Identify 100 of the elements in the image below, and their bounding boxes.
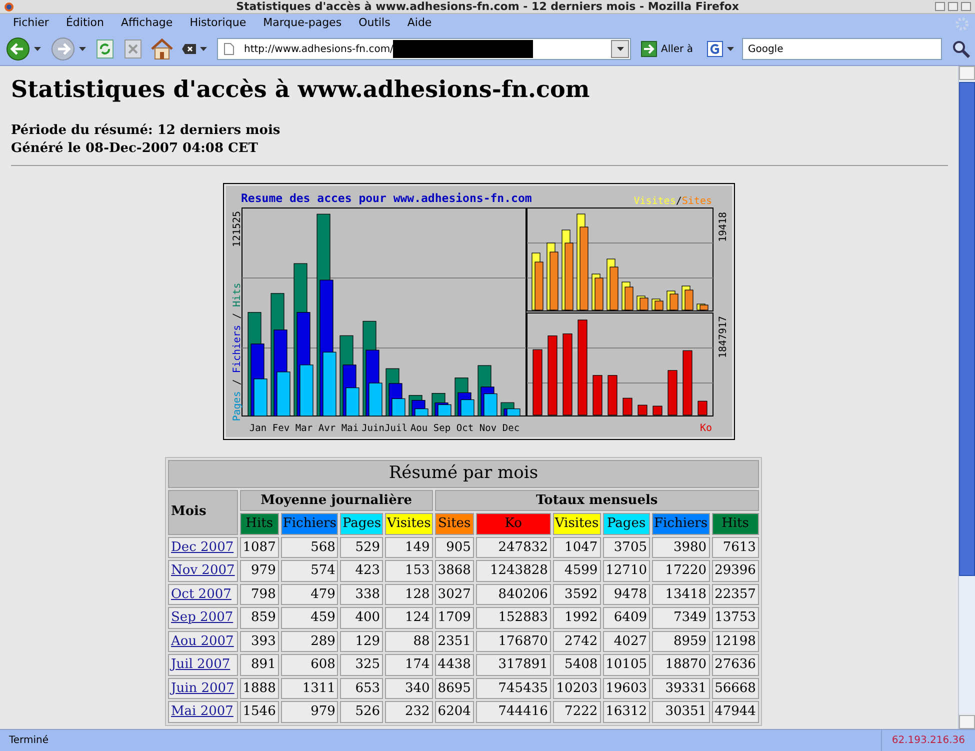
- table-cell: 1047: [552, 536, 601, 558]
- go-button[interactable]: Aller à: [641, 41, 693, 57]
- close-button[interactable]: [961, 2, 971, 11]
- table-cell: 289: [280, 630, 338, 652]
- table-cell: 149: [385, 536, 433, 558]
- month-label: Dec: [502, 423, 520, 434]
- table-cell: 232: [385, 701, 433, 722]
- month-label: Oct: [456, 423, 474, 434]
- table-cell: 1087: [240, 536, 279, 558]
- tab-close-icon[interactable]: [182, 44, 196, 54]
- menu-item[interactable]: Édition: [66, 15, 104, 32]
- bar: [532, 349, 542, 416]
- table-cell: 176870: [476, 630, 551, 652]
- browser-icon: [4, 2, 14, 12]
- table-cell: 4438: [434, 654, 474, 676]
- table-cell: 174: [385, 654, 433, 676]
- caret-icon[interactable]: [34, 47, 41, 51]
- home-icon[interactable]: [150, 38, 174, 60]
- table-cell: 459: [280, 607, 338, 628]
- chart-legend: Visites/Sites: [634, 196, 712, 207]
- search-icon[interactable]: [952, 40, 970, 58]
- table-cell: 1888: [240, 678, 279, 699]
- table-cell: 744416: [476, 701, 551, 722]
- table-cell: 5408: [552, 654, 601, 676]
- table-cell: 6409: [602, 607, 650, 628]
- table-cell: 129: [340, 630, 384, 652]
- table-cell: 247832: [476, 536, 551, 558]
- menu-item[interactable]: Fichier: [13, 15, 49, 32]
- url-dropdown-button[interactable]: [611, 40, 629, 58]
- table-cell: 891: [240, 654, 279, 676]
- table-cell: 574: [280, 560, 338, 582]
- minimize-button[interactable]: [935, 2, 945, 11]
- month-label: Nov: [479, 423, 497, 434]
- throbber-icon: [955, 17, 969, 31]
- table-cell: 12710: [602, 560, 650, 582]
- search-engine-icon[interactable]: [706, 41, 723, 57]
- month-label: Sep: [433, 423, 451, 434]
- month-label: Juil: [384, 423, 408, 434]
- month-label: Avr: [318, 423, 336, 434]
- table-cell: 653: [340, 678, 384, 699]
- status-text: Terminé: [9, 734, 49, 748]
- maximize-button[interactable]: [948, 2, 958, 11]
- table-cell: 568: [280, 536, 338, 558]
- table-cell: 7613: [712, 536, 759, 558]
- table-cell: 859: [240, 607, 279, 628]
- table-cell: 152883: [476, 607, 551, 628]
- scrollbar[interactable]: [958, 66, 975, 729]
- menu-item[interactable]: Outils: [358, 15, 390, 32]
- table-cell: 4599: [552, 560, 601, 582]
- table-cell: 840206: [476, 584, 551, 605]
- table-cell: 4027: [602, 630, 650, 652]
- axis-max-label: 1847917: [718, 316, 729, 358]
- table-cell: 1311: [280, 678, 338, 699]
- ip-address: 62.193.216.36: [880, 730, 975, 751]
- chart-title: Resume des acces pour www.adhesions-fn.com: [241, 191, 532, 205]
- table-cell: 529: [340, 536, 384, 558]
- table-cell: 27636: [712, 654, 759, 676]
- bar: [592, 375, 602, 416]
- table-cell: 3980: [652, 536, 710, 558]
- caret-icon[interactable]: [616, 47, 624, 51]
- caret-icon[interactable]: [200, 47, 207, 51]
- table-cell: 423: [340, 560, 384, 582]
- table-cell: 400: [340, 607, 384, 628]
- column-header: Fichiers: [652, 513, 710, 534]
- menu-item[interactable]: Affichage: [121, 15, 173, 32]
- table-cell: 47944: [712, 701, 759, 722]
- table-cell: 13418: [652, 584, 710, 605]
- column-header: Ko: [476, 513, 551, 534]
- column-group-header: Moyenne journalière: [240, 490, 433, 511]
- table-cell: 393: [240, 630, 279, 652]
- url-field[interactable]: http://www.adhesions-fn.com/: [217, 38, 631, 60]
- caret-icon[interactable]: [79, 47, 86, 51]
- menu-item[interactable]: Aide: [407, 15, 432, 32]
- month-label: Mai: [341, 423, 359, 434]
- reload-icon[interactable]: [96, 39, 114, 59]
- scrollbar-thumb[interactable]: [959, 82, 975, 576]
- caret-icon[interactable]: [726, 47, 734, 51]
- back-icon[interactable]: [6, 37, 30, 61]
- month-label: Jan: [249, 423, 267, 434]
- column-header: Hits: [712, 513, 759, 534]
- table-cell: 340: [385, 678, 433, 699]
- url-text: http://www.adhesions-fn.com/: [244, 42, 394, 56]
- summary-line: Période du résumé: 12 derniers mois: [11, 122, 282, 140]
- month-label: Mar: [295, 423, 313, 434]
- menu-item[interactable]: Historique: [190, 15, 246, 32]
- table-cell: 338: [340, 584, 384, 605]
- table-cell: 317891: [476, 654, 551, 676]
- forward-icon[interactable]: [51, 37, 75, 61]
- search-field[interactable]: Google: [742, 38, 942, 60]
- table-cell: 325: [340, 654, 384, 676]
- table-cell: 3592: [552, 584, 601, 605]
- column-header: Pages: [602, 513, 650, 534]
- page-heading: Statistiques d'accès à www.adhesions-fn.com: [11, 75, 591, 105]
- table-cell: 17220: [652, 560, 710, 582]
- table-cell: 1709: [434, 607, 474, 628]
- bar: [638, 404, 648, 416]
- table-cell: 2742: [552, 630, 601, 652]
- menu-item[interactable]: Marque-pages: [263, 15, 342, 32]
- table-cell: 10203: [552, 678, 601, 699]
- month-label: Juin: [362, 423, 384, 434]
